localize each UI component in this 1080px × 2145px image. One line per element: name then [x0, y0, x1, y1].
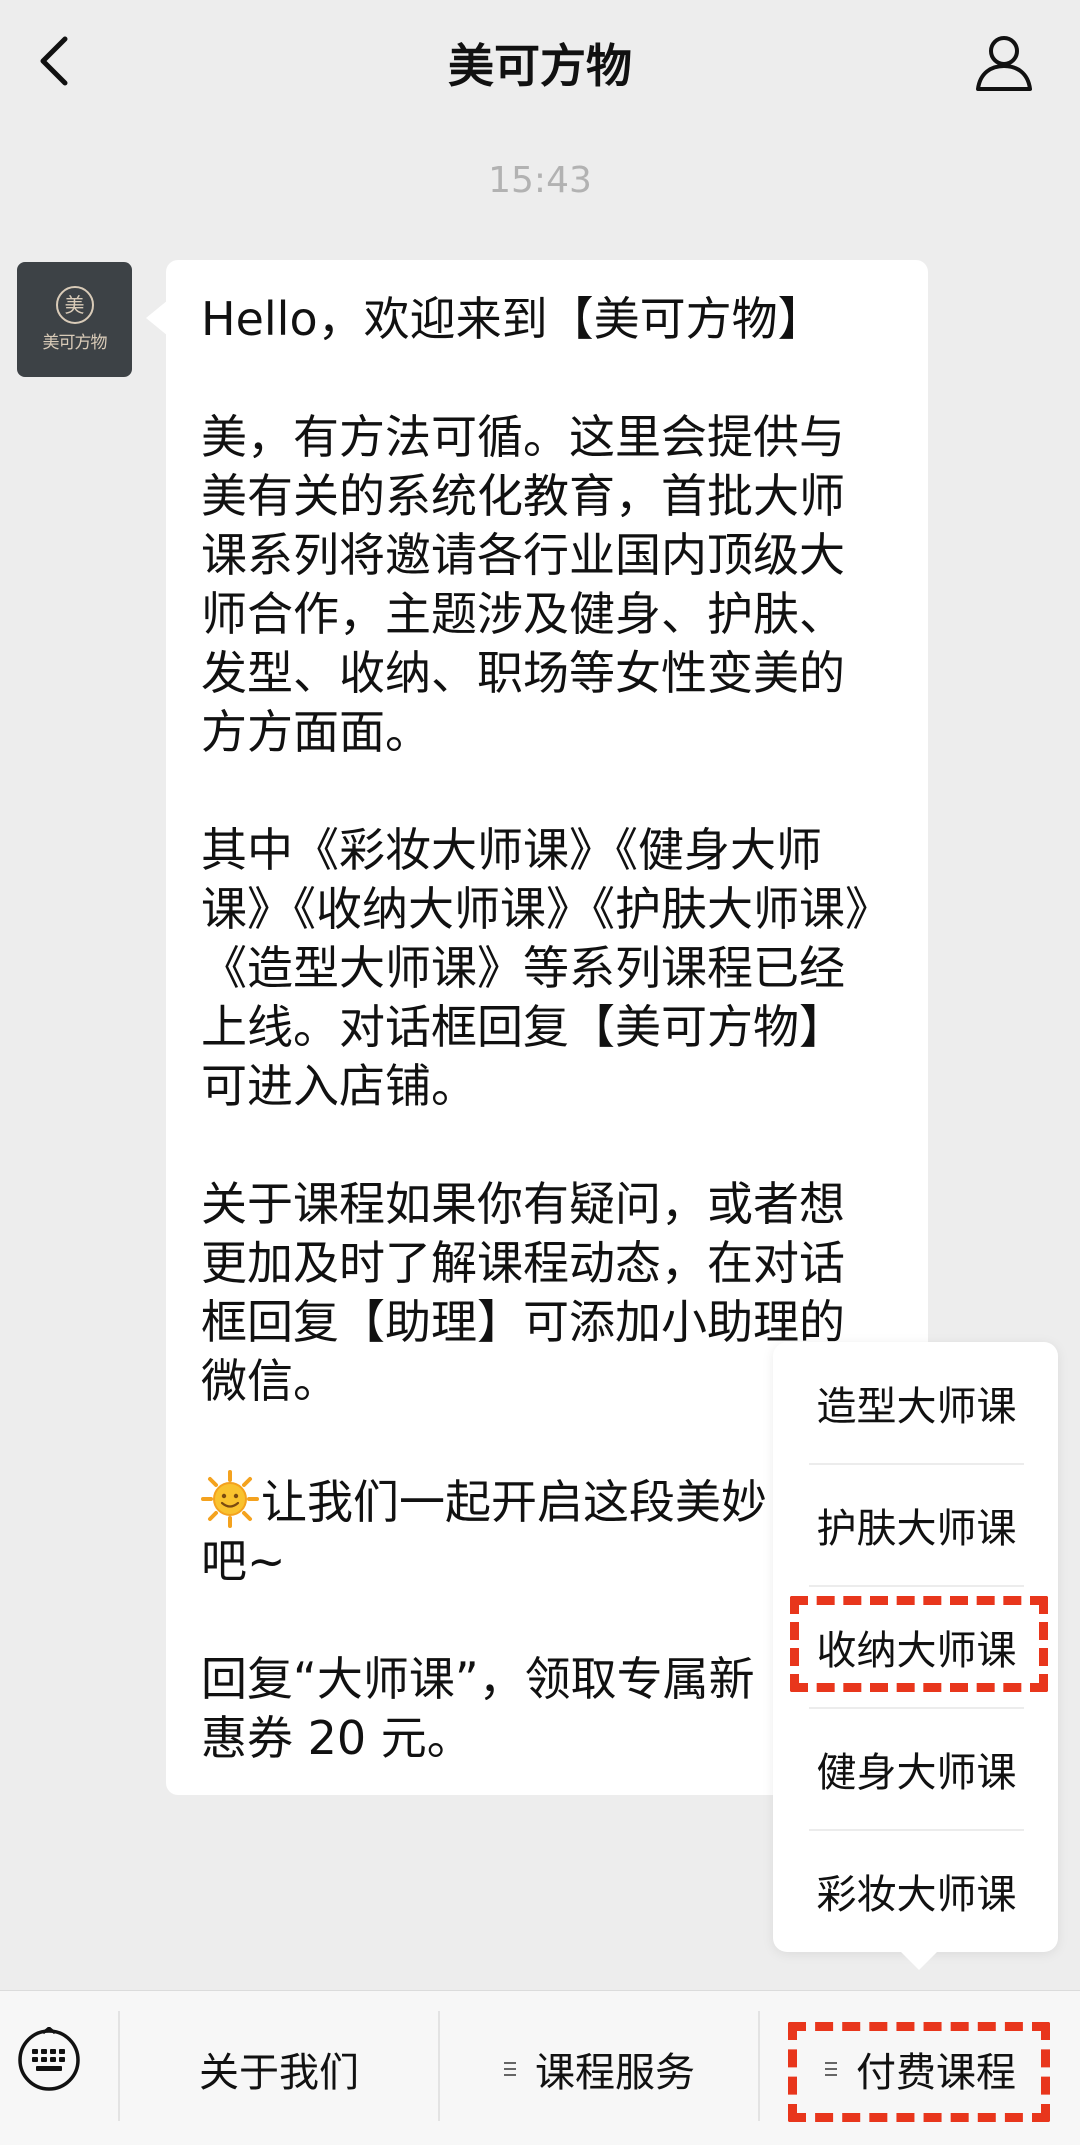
menu-lines-icon: [825, 2061, 837, 2076]
submenu-item-makeup[interactable]: 彩妆大师课: [809, 1830, 1024, 1951]
profile-button[interactable]: [968, 26, 1040, 98]
message-courses: 其中《彩妆大师课》《健身大师课》《收纳大师课》《护肤大师课》《造型大师课》等系列…: [201, 823, 868, 1113]
menu-item-paid-courses[interactable]: 付费课程: [760, 1991, 1080, 2145]
message-journey-text: 让我们一起开启这段美妙: [261, 1475, 767, 1529]
menu-item-course-services-label: 课程服务: [535, 2049, 695, 2096]
menu-item-course-services[interactable]: 课程服务: [440, 1991, 758, 2145]
avatar-label: 美可方物: [42, 333, 108, 353]
menu-item-paid-courses-label: 付费课程: [856, 2049, 1016, 2096]
avatar-emblem: 美: [55, 286, 94, 324]
message-timestamp: 15:43: [488, 160, 592, 201]
keyboard-icon: [18, 2027, 80, 2091]
sender-avatar[interactable]: 美 美可方物: [17, 262, 132, 377]
bottom-menu-bar: 关于我们 课程服务 付费课程: [0, 1990, 1080, 2145]
submenu-item-fitness[interactable]: 健身大师课: [809, 1708, 1024, 1829]
menu-item-about-us[interactable]: 关于我们: [120, 1991, 438, 2145]
back-button[interactable]: [20, 26, 90, 96]
keyboard-toggle-button[interactable]: [14, 2025, 84, 2095]
submenu-item-storage[interactable]: 收纳大师课: [809, 1586, 1024, 1707]
submenu-item-styling[interactable]: 造型大师课: [809, 1342, 1024, 1463]
chat-header: 美可方物: [0, 0, 1080, 125]
submenu-item-skincare[interactable]: 护肤大师课: [809, 1464, 1024, 1585]
message-intro: 美，有方法可循。这里会提供与美有关的系统化教育，首批大师课系列将邀请各行业国内顶…: [201, 410, 845, 759]
paid-courses-submenu: 造型大师课 护肤大师课 收纳大师课 健身大师课 彩妆大师课: [773, 1342, 1058, 1970]
menu-lines-icon: [504, 2061, 516, 2076]
profile-icon: [976, 36, 1032, 91]
message-greeting: Hello，欢迎来到【美可方物】: [201, 292, 824, 346]
menu-item-about-us-label: 关于我们: [199, 2049, 359, 2096]
back-chevron-icon: [40, 36, 68, 86]
chat-title: 美可方物: [448, 38, 632, 93]
sun-emoji-icon: [201, 1470, 259, 1528]
